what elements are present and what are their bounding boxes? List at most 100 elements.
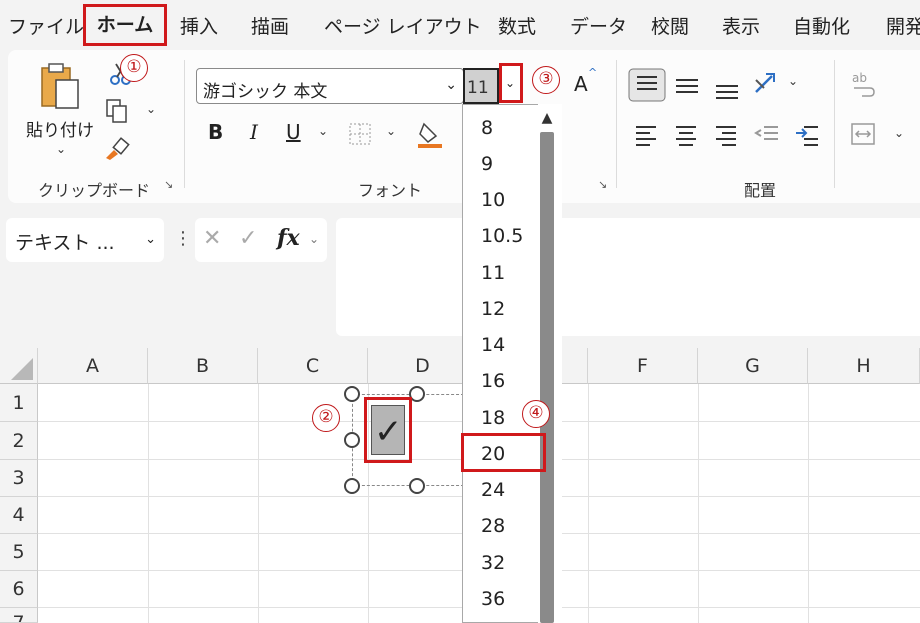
tab-insert[interactable]: 挿入 bbox=[180, 12, 218, 39]
font-size-option[interactable]: 36 bbox=[481, 588, 505, 610]
font-size-value: 11 bbox=[467, 78, 489, 98]
orientation-icon[interactable] bbox=[752, 70, 782, 98]
tab-automate[interactable]: 自動化 bbox=[793, 12, 850, 39]
font-size-option[interactable]: 10.5 bbox=[481, 225, 523, 247]
merge-cells-icon[interactable] bbox=[850, 122, 878, 148]
grow-font-button[interactable]: A bbox=[574, 72, 588, 96]
borders-icon[interactable] bbox=[348, 122, 374, 146]
paste-icon[interactable] bbox=[38, 62, 84, 112]
step-2-marker: ② bbox=[312, 404, 340, 432]
menu-bar: ファイル ホーム 挿入 描画 ページ レイアウト 数式 データ 校閲 表示 自動… bbox=[0, 0, 920, 50]
align-right-icon[interactable] bbox=[714, 122, 740, 148]
column-header-f[interactable]: F bbox=[588, 348, 698, 384]
font-size-option[interactable]: 8 bbox=[481, 117, 493, 139]
font-size-option[interactable]: 24 bbox=[481, 479, 505, 501]
grid-line bbox=[258, 384, 259, 623]
font-size-option[interactable]: 9 bbox=[481, 153, 493, 175]
step-1-marker: ① bbox=[120, 54, 148, 82]
fill-color-icon[interactable] bbox=[416, 120, 446, 150]
orientation-chevron-down-icon[interactable]: ⌄ bbox=[788, 74, 798, 88]
resize-handle[interactable] bbox=[409, 478, 425, 494]
font-size-dropdown-button[interactable]: ⌄ bbox=[499, 63, 523, 103]
row-header-1[interactable]: 1 bbox=[0, 384, 38, 422]
ribbon-divider bbox=[834, 60, 835, 188]
tab-view[interactable]: 表示 bbox=[722, 12, 760, 39]
align-left-icon[interactable] bbox=[634, 122, 660, 148]
font-size-option[interactable]: 12 bbox=[481, 298, 505, 320]
font-name-chevron-down-icon[interactable]: ⌄ bbox=[445, 77, 457, 93]
tab-developer[interactable]: 開発 bbox=[886, 12, 920, 39]
grid-line bbox=[808, 384, 809, 623]
cancel-icon[interactable]: ✕ bbox=[203, 226, 221, 251]
row-header-2[interactable]: 2 bbox=[0, 422, 38, 460]
column-header-g[interactable]: G bbox=[698, 348, 808, 384]
borders-chevron-down-icon[interactable]: ⌄ bbox=[386, 124, 396, 138]
decrease-indent-icon[interactable] bbox=[754, 122, 780, 148]
font-size-option[interactable]: 18 bbox=[481, 407, 505, 429]
formula-input[interactable] bbox=[336, 218, 920, 336]
more-options-icon[interactable]: ⋮ bbox=[174, 228, 192, 249]
font-name-combo[interactable]: 游ゴシック 本文 ⌄ bbox=[196, 68, 464, 104]
italic-button[interactable]: I bbox=[250, 120, 258, 144]
merge-chevron-down-icon[interactable]: ⌄ bbox=[894, 126, 904, 140]
font-size-option[interactable]: 32 bbox=[481, 552, 505, 574]
font-size-option[interactable]: 16 bbox=[481, 370, 505, 392]
tab-formulas[interactable]: 数式 bbox=[498, 12, 536, 39]
tab-home[interactable]: ホーム bbox=[83, 4, 167, 46]
insert-function-button[interactable]: fx bbox=[277, 225, 300, 251]
fx-chevron-down-icon[interactable]: ⌄ bbox=[309, 232, 319, 246]
paste-label[interactable]: 貼り付け bbox=[26, 116, 94, 141]
formula-buttons: ✕ ✓ fx ⌄ bbox=[195, 218, 327, 262]
column-header-h[interactable]: H bbox=[808, 348, 920, 384]
scrollbar-thumb[interactable] bbox=[540, 132, 554, 623]
row-header-4[interactable]: 4 bbox=[0, 497, 38, 534]
clipboard-launcher-icon[interactable]: ↘ bbox=[164, 178, 173, 191]
wrap-text-icon[interactable]: ab bbox=[850, 70, 878, 100]
font-size-option[interactable]: 28 bbox=[481, 515, 505, 537]
font-size-option[interactable]: 11 bbox=[481, 262, 505, 284]
resize-handle[interactable] bbox=[344, 386, 360, 402]
align-top-icon[interactable] bbox=[628, 68, 668, 104]
font-size-option[interactable]: 14 bbox=[481, 334, 505, 356]
column-header-b[interactable]: B bbox=[148, 348, 258, 384]
copy-icon[interactable] bbox=[104, 98, 130, 124]
font-size-chevron-down-icon: ⌄ bbox=[505, 76, 516, 90]
underline-button[interactable]: U bbox=[286, 120, 301, 144]
copy-chevron-down-icon[interactable]: ⌄ bbox=[146, 102, 156, 116]
row-header-3[interactable]: 3 bbox=[0, 460, 38, 497]
clipboard-group-label: クリップボード bbox=[38, 181, 151, 200]
underline-chevron-down-icon[interactable]: ⌄ bbox=[318, 124, 328, 138]
name-box-chevron-down-icon[interactable]: ⌄ bbox=[145, 232, 156, 247]
row-header-5[interactable]: 5 bbox=[0, 534, 38, 571]
column-header-a[interactable]: A bbox=[38, 348, 148, 384]
align-bottom-icon[interactable] bbox=[714, 76, 742, 104]
name-box-value: テキスト ... bbox=[15, 232, 115, 254]
row-header-6[interactable]: 6 bbox=[0, 571, 38, 608]
scroll-up-arrow-icon[interactable]: ▲ bbox=[538, 110, 556, 126]
paste-chevron-down-icon[interactable]: ⌄ bbox=[56, 142, 66, 156]
enter-icon[interactable]: ✓ bbox=[239, 226, 257, 251]
column-header-c[interactable]: C bbox=[258, 348, 368, 384]
align-middle-icon[interactable] bbox=[674, 72, 702, 100]
increase-indent-icon[interactable] bbox=[794, 122, 820, 148]
select-all-corner[interactable] bbox=[0, 348, 38, 384]
name-box[interactable]: テキスト ... ⌄ bbox=[6, 218, 164, 262]
font-size-combo[interactable]: 11 bbox=[463, 68, 499, 104]
tab-page-layout[interactable]: ページ レイアウト bbox=[324, 12, 482, 39]
bold-button[interactable]: B bbox=[208, 120, 223, 144]
tab-draw[interactable]: 描画 bbox=[251, 12, 289, 39]
step-4-marker: ④ bbox=[522, 400, 550, 428]
font-size-option[interactable]: 10 bbox=[481, 189, 505, 211]
resize-handle[interactable] bbox=[344, 432, 360, 448]
step-3-marker: ③ bbox=[532, 66, 560, 94]
format-painter-icon[interactable] bbox=[102, 136, 130, 162]
row-header-7[interactable]: 7 bbox=[0, 608, 38, 623]
font-launcher-icon[interactable]: ↘ bbox=[598, 178, 607, 191]
resize-handle[interactable] bbox=[344, 478, 360, 494]
tab-file[interactable]: ファイル bbox=[8, 12, 84, 39]
tab-review[interactable]: 校閲 bbox=[651, 12, 689, 39]
checkbox-control[interactable]: ✓ bbox=[371, 405, 405, 455]
font-name-value: 游ゴシック 本文 bbox=[203, 82, 328, 102]
align-center-icon[interactable] bbox=[674, 122, 700, 148]
tab-data[interactable]: データ bbox=[570, 12, 627, 39]
